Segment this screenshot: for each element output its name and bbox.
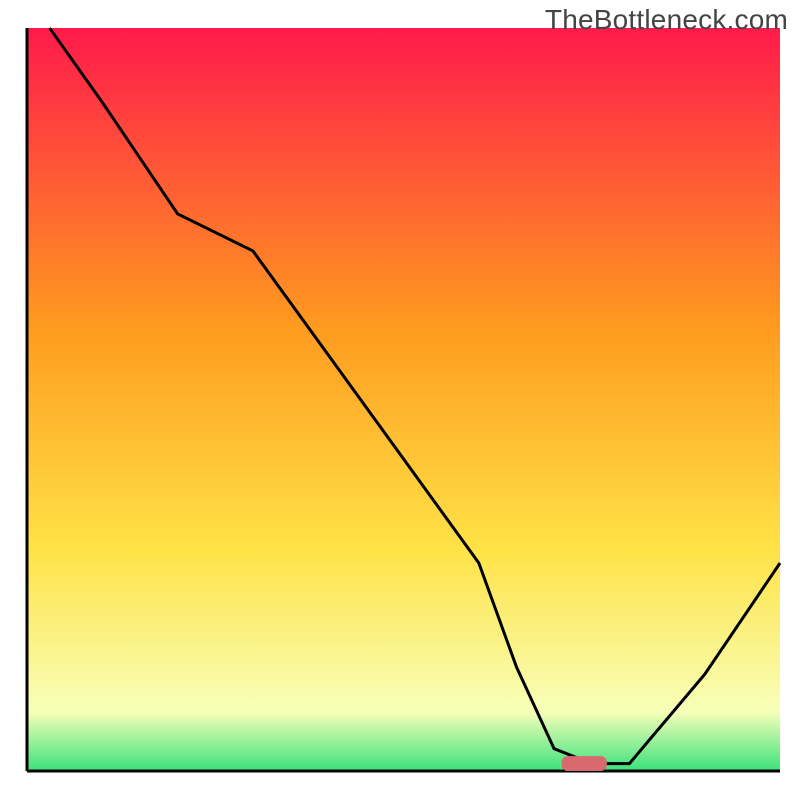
gradient-background: [27, 28, 780, 771]
optimal-marker: [562, 756, 607, 771]
chart-svg: [0, 0, 800, 800]
watermark: TheBottleneck.com: [545, 4, 788, 36]
chart-container: TheBottleneck.com: [0, 0, 800, 800]
